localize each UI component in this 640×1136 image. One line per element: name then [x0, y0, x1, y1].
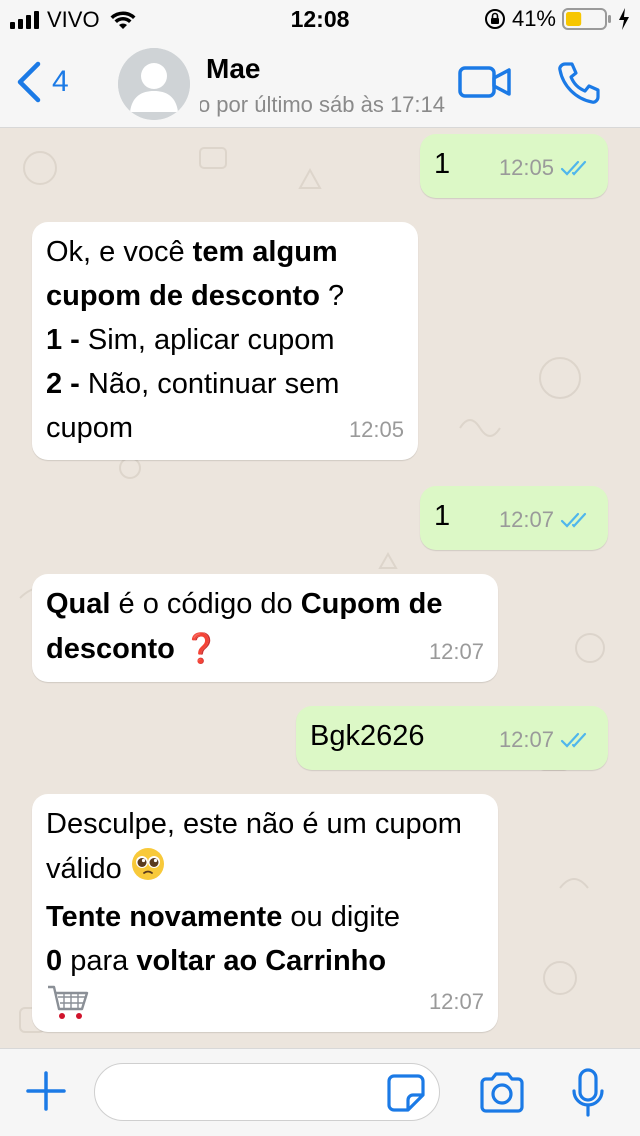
chevron-left-icon	[17, 61, 41, 103]
video-call-button[interactable]	[458, 62, 512, 102]
shopping-cart-emoji	[46, 983, 90, 1036]
message-meta: 12:05	[499, 146, 594, 190]
message-meta: 12:07	[429, 980, 484, 1024]
outgoing-message[interactable]: 1 12:07	[420, 486, 608, 550]
message-meta: 12:07	[499, 498, 594, 542]
unread-count: 4	[52, 65, 69, 98]
back-button[interactable]: 4	[14, 60, 69, 104]
incoming-message[interactable]: Desculpe, este não é um cupom válido Ten…	[32, 794, 498, 1032]
pleading-face-emoji	[130, 846, 166, 895]
pleading-face-icon	[131, 848, 164, 880]
avatar[interactable]	[118, 48, 190, 120]
status-bar: VIVO 12:08 41%	[0, 0, 640, 40]
battery-percent: 41%	[511, 6, 556, 31]
incoming-message[interactable]: Qual é o código do Cupom de desconto ❓ 1…	[32, 574, 498, 682]
question-mark-emoji: ❓	[182, 631, 220, 665]
chat-area[interactable]: 1 12:05 Ok, e você tem algum cupom de de…	[0, 128, 640, 1048]
rotation-lock-icon	[484, 9, 505, 29]
chat-header: 4 Mae visto por último sáb às 17:14	[0, 40, 640, 128]
read-ticks-icon	[560, 732, 587, 748]
battery-icon	[562, 8, 611, 30]
message-text: 1	[434, 500, 451, 532]
message-time: 12:07	[428, 639, 484, 664]
camera-button[interactable]	[478, 1071, 526, 1115]
message-meta: 12:05	[349, 408, 404, 452]
message-time: 12:07	[498, 507, 554, 532]
shopping-cart-icon	[48, 985, 89, 1019]
message-text: 1	[434, 148, 451, 180]
sticker-button[interactable]	[386, 1073, 426, 1113]
attach-plus-button[interactable]	[24, 1069, 68, 1113]
default-avatar-icon	[118, 48, 190, 120]
message-meta: 12:07	[429, 630, 484, 674]
message-time: 12:07	[498, 727, 554, 752]
message-time: 12:07	[428, 989, 484, 1014]
charging-bolt-icon	[619, 8, 629, 30]
input-bar	[0, 1048, 640, 1136]
message-meta: 12:07	[499, 718, 594, 762]
voice-call-button[interactable]	[556, 60, 602, 106]
read-ticks-icon	[560, 512, 587, 528]
message-time: 12:05	[348, 417, 404, 442]
outgoing-message[interactable]: Bgk2626 12:07	[296, 706, 608, 770]
message-text: Qual é o código do Cupom de desconto ❓	[46, 588, 443, 665]
contact-name[interactable]: Mae	[206, 53, 260, 85]
message-text: Bgk2626	[310, 720, 425, 752]
outgoing-message[interactable]: 1 12:05	[420, 134, 608, 198]
read-ticks-icon	[560, 160, 587, 176]
microphone-button[interactable]	[570, 1067, 606, 1119]
message-text: Desculpe, este não é um cupom válido Ten…	[46, 802, 484, 1036]
message-time: 12:05	[498, 155, 554, 180]
incoming-message[interactable]: Ok, e você tem algum cupom de desconto ?…	[32, 222, 418, 460]
last-seen-status: visto por último sáb às 17:14	[200, 92, 445, 117]
